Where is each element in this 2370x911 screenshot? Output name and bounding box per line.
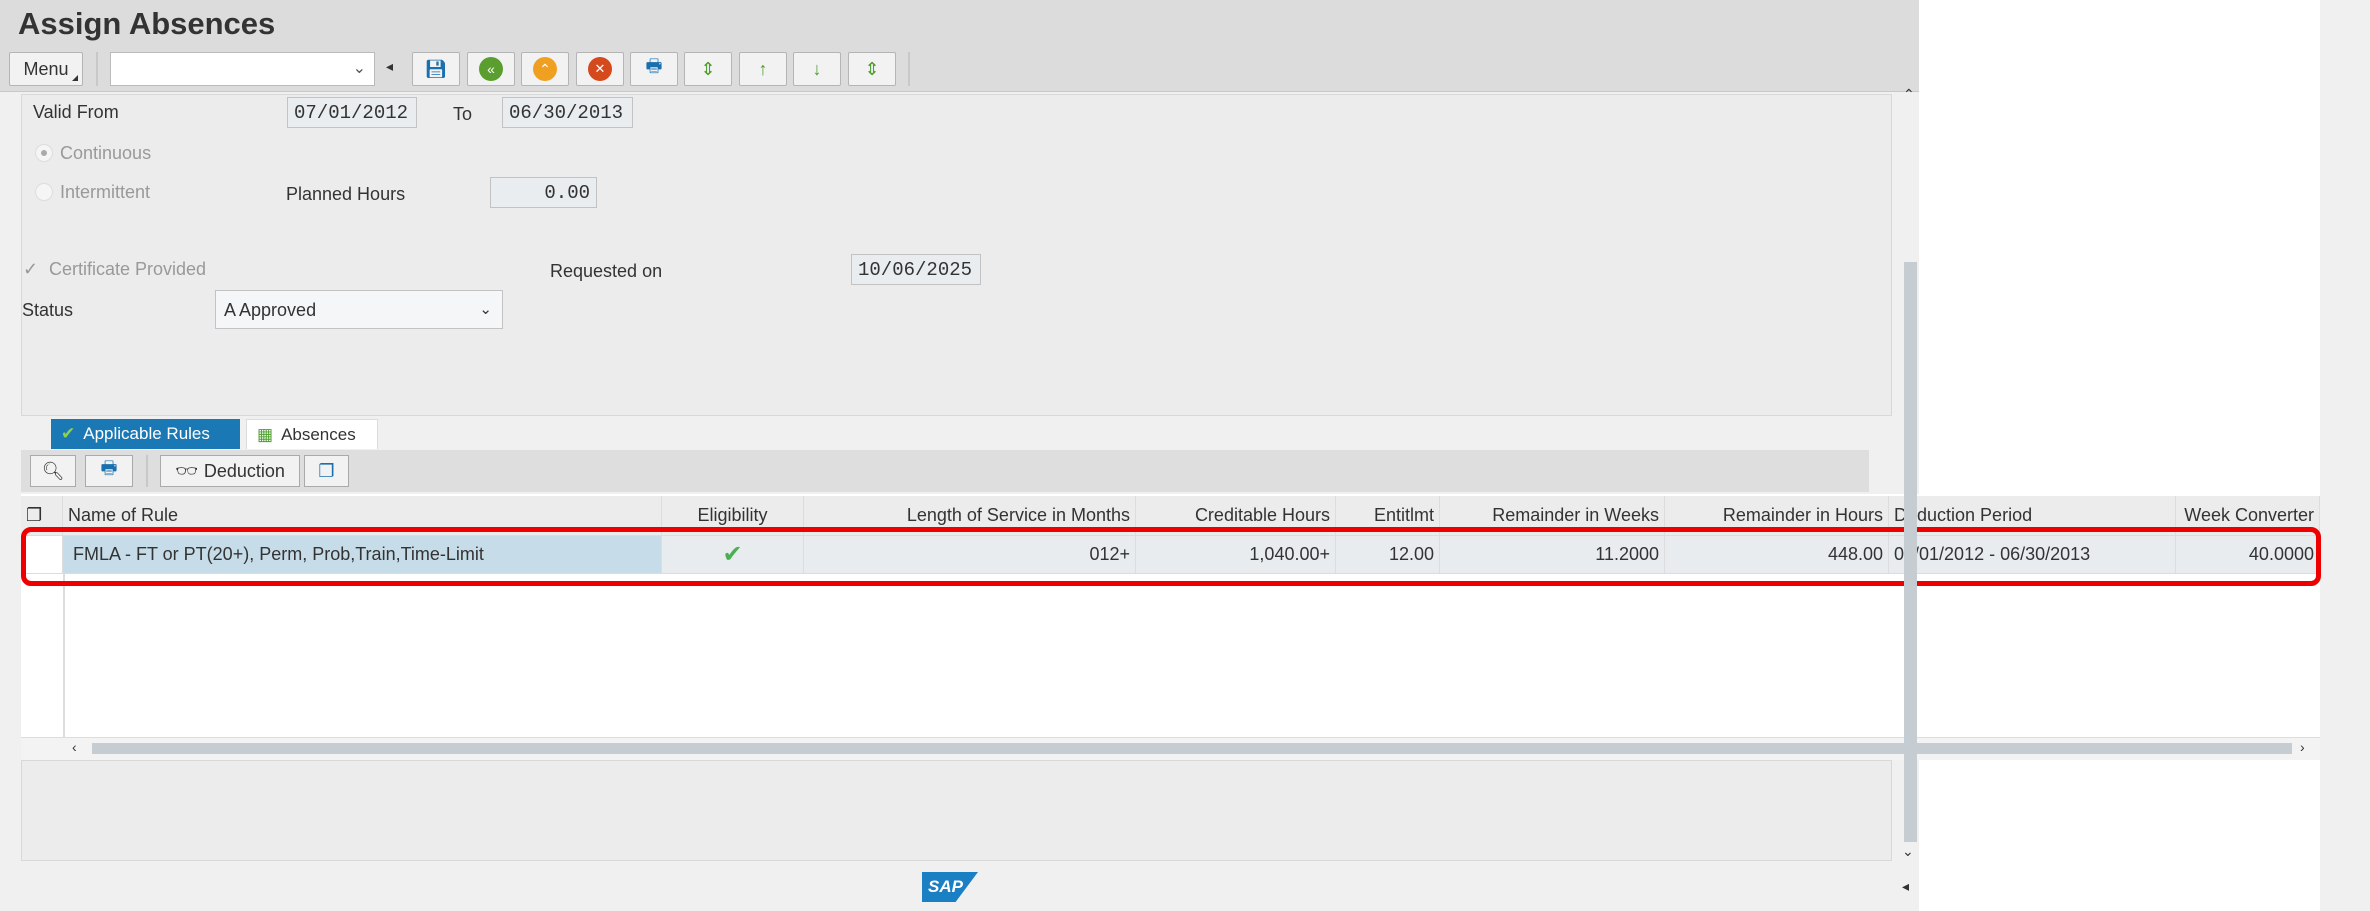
print-icon[interactable]: 🖶︎	[630, 52, 678, 86]
horizontal-scroll-thumb[interactable]	[92, 743, 2292, 754]
valid-from-label: Valid From	[33, 102, 119, 122]
deduction-button[interactable]: 👓︎ Deduction	[160, 455, 300, 487]
details-icon[interactable]: 🔍︎	[30, 455, 76, 487]
last-page-icon[interactable]: ⇕	[848, 52, 896, 86]
print-icon[interactable]: 🖶︎	[85, 455, 133, 487]
status-select[interactable]: ⌄ A Approved	[215, 290, 503, 329]
save-icon[interactable]: 💾︎	[412, 52, 460, 86]
chevron-down-icon: ⌄	[479, 301, 492, 318]
status-value: A Approved	[224, 300, 317, 320]
planned-hours-label: Planned Hours	[286, 184, 406, 204]
scroll-up-icon[interactable]: ⌃	[1903, 86, 1915, 103]
vertical-scroll-thumb[interactable]	[1904, 262, 1917, 842]
scroll-right-icon[interactable]: ›	[2300, 739, 2305, 755]
planned-hours-field[interactable]: 0.00	[490, 177, 597, 208]
continuous-label: Continuous	[60, 143, 152, 163]
list-icon: ▦	[257, 424, 274, 444]
sap-logo: SAP	[922, 872, 978, 902]
checkmark-icon: ✔	[61, 424, 76, 443]
tab-label: Applicable Rules	[83, 424, 210, 443]
certificate-checkbox[interactable]: ✓	[23, 259, 38, 280]
toolbar-divider	[146, 455, 148, 487]
column-divider	[63, 574, 65, 737]
copy-icon[interactable]: ❐	[304, 455, 349, 487]
blank-area	[1919, 0, 2320, 911]
scroll-left-icon[interactable]: ‹	[72, 739, 77, 755]
scroll-down-icon[interactable]: ⌄	[1902, 843, 1914, 860]
menu-button[interactable]: Menu	[9, 52, 83, 86]
requested-on-label: Requested on	[550, 261, 663, 281]
page-title: Assign Absences	[18, 6, 276, 41]
lower-panel	[21, 760, 1892, 861]
back-icon[interactable]: «	[467, 52, 515, 86]
command-field[interactable]: ⌄	[110, 52, 375, 86]
first-page-icon[interactable]: ⇕	[684, 52, 732, 86]
toolbar-divider	[908, 52, 910, 86]
glasses-icon: 👓︎	[175, 460, 198, 481]
collapse-arrow-icon[interactable]: ◂	[1902, 878, 1909, 895]
chevron-down-icon: ⌄	[352, 60, 366, 77]
exit-icon[interactable]: ⌃	[521, 52, 569, 86]
valid-to-field[interactable]: 06/30/2013	[502, 97, 633, 128]
requested-on-field[interactable]: 10/06/2025	[851, 254, 981, 285]
toolbar-divider	[96, 52, 98, 86]
to-label: To	[453, 104, 473, 124]
cancel-icon[interactable]: ✕	[576, 52, 624, 86]
certificate-label: Certificate Provided	[49, 259, 207, 279]
tab-applicable-rules[interactable]: ✔ Applicable Rules	[51, 419, 240, 449]
deduction-label: Deduction	[203, 460, 285, 481]
tab-label: Absences	[281, 424, 356, 444]
intermittent-radio[interactable]	[35, 183, 53, 201]
previous-page-icon[interactable]: ↑	[739, 52, 787, 86]
tab-absences[interactable]: ▦ Absences	[246, 419, 378, 449]
status-label: Status	[22, 300, 74, 320]
collapse-arrow-icon[interactable]: ◂	[386, 58, 393, 75]
highlight-box	[21, 527, 2321, 586]
continuous-radio[interactable]	[35, 144, 53, 162]
next-page-icon[interactable]: ↓	[793, 52, 841, 86]
valid-from-field[interactable]: 07/01/2012	[287, 97, 417, 128]
intermittent-label: Intermittent	[60, 182, 151, 202]
